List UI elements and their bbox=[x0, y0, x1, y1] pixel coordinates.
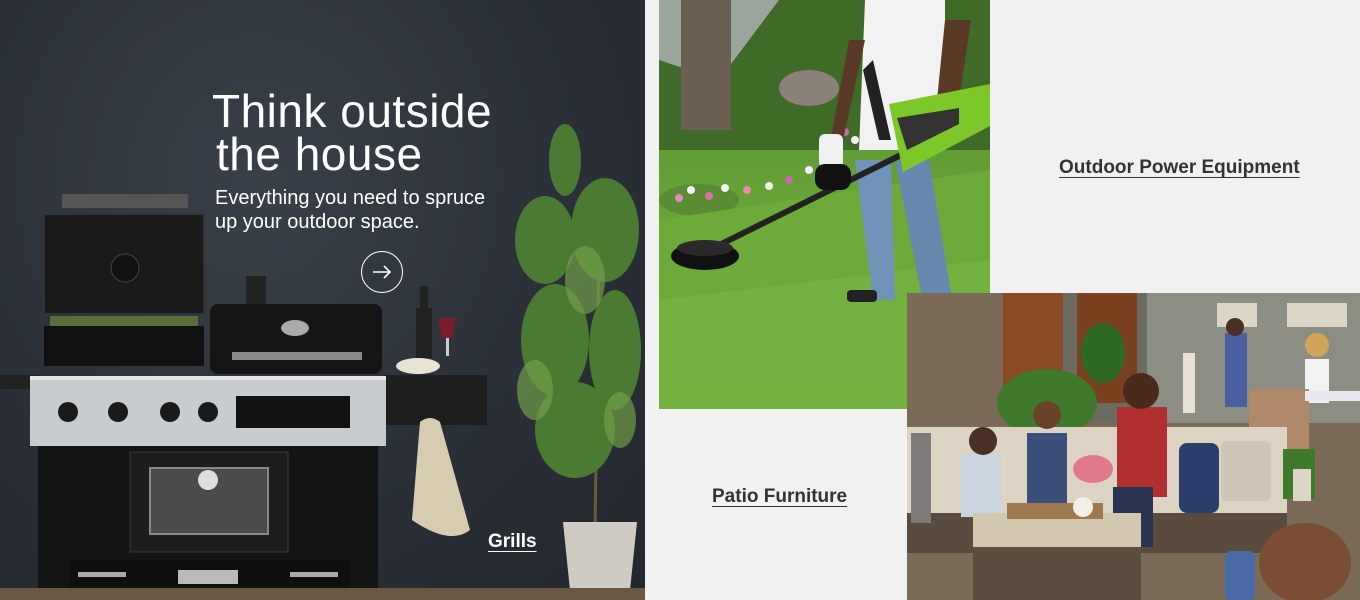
outdoor-power-equipment-link[interactable]: Outdoor Power Equipment bbox=[1059, 157, 1300, 179]
hero-subtitle: Everything you need to spruce up your ou… bbox=[215, 186, 535, 234]
grills-link[interactable]: Grills bbox=[488, 531, 537, 553]
hero-title: Think outside the house bbox=[212, 85, 542, 180]
patio-scene bbox=[907, 293, 1360, 600]
hero-subtitle-line2: up your outdoor space. bbox=[215, 211, 420, 233]
hero-subtitle-line1: Everything you need to spruce bbox=[215, 187, 486, 209]
hero-title-line2: the house bbox=[216, 128, 423, 180]
arrow-right-icon bbox=[373, 265, 392, 279]
hero-grills-banner[interactable]: Think outside the house Everything you n… bbox=[0, 0, 645, 600]
grill-image bbox=[0, 194, 487, 600]
patio-furniture-link[interactable]: Patio Furniture bbox=[712, 486, 847, 508]
floor-strip bbox=[0, 588, 645, 600]
arrow-right-button[interactable] bbox=[361, 251, 403, 293]
patio-furniture-image[interactable] bbox=[907, 293, 1360, 600]
hero-title-line1: Think outside bbox=[212, 85, 493, 137]
